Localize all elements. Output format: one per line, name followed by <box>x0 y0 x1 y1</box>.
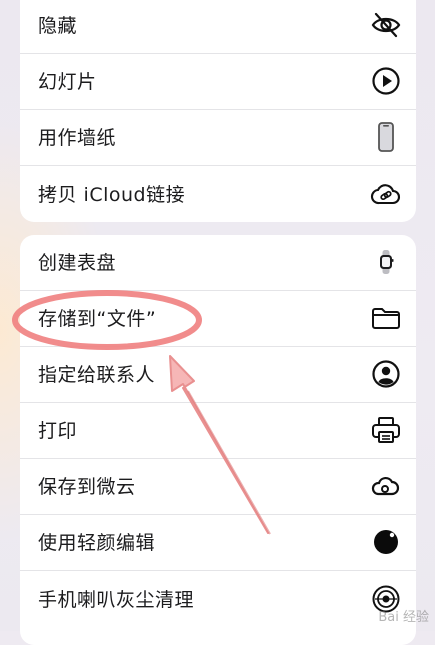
play-circle-icon <box>370 65 402 97</box>
menu-item-save-to-weiyun[interactable]: 保存到微云 <box>20 459 416 515</box>
menu-item-label: 指定给联系人 <box>38 364 156 386</box>
menu-item-label: 隐藏 <box>38 15 78 37</box>
menu-item-slideshow[interactable]: 幻灯片 <box>20 54 416 110</box>
share-actions-group-2: 创建表盘 存储到“文件” 指定给联系人 打印 保存到微云 使用轻颜编辑 手机喇叭… <box>20 235 416 645</box>
share-actions-group-1: 隐藏 幻灯片 用作墙纸 拷贝 iCloud链接 <box>20 0 416 222</box>
menu-item-label: 手机喇叭灰尘清理 <box>38 589 195 611</box>
folder-icon <box>370 302 402 334</box>
eye-slash-icon <box>370 9 402 41</box>
menu-item-print[interactable]: 打印 <box>20 403 416 459</box>
printer-icon <box>370 414 402 446</box>
menu-item-hide[interactable]: 隐藏 <box>20 0 416 54</box>
menu-item-label: 使用轻颜编辑 <box>38 532 156 554</box>
menu-item-copy-icloud-link[interactable]: 拷贝 iCloud链接 <box>20 166 416 222</box>
menu-item-label: 打印 <box>38 420 78 442</box>
menu-item-use-as-wallpaper[interactable]: 用作墙纸 <box>20 110 416 166</box>
menu-item-label: 保存到微云 <box>38 476 136 498</box>
menu-item-label: 用作墙纸 <box>38 127 117 149</box>
icloud-link-icon <box>370 178 402 210</box>
watch-icon <box>370 246 402 278</box>
menu-item-label: 存储到“文件” <box>38 308 157 330</box>
person-circle-icon <box>370 358 402 390</box>
watermark: Bai 经验 <box>378 610 429 625</box>
menu-item-label: 幻灯片 <box>38 71 97 93</box>
phone-icon <box>370 121 402 153</box>
menu-item-create-watch-face[interactable]: 创建表盘 <box>20 235 416 291</box>
menu-item-label: 拷贝 iCloud链接 <box>38 184 186 206</box>
menu-item-label: 创建表盘 <box>38 252 117 274</box>
weiyun-cloud-icon <box>370 470 402 502</box>
qingyan-dot-icon <box>370 526 402 558</box>
menu-item-speaker-dust-clean[interactable]: 手机喇叭灰尘清理 <box>20 571 416 627</box>
menu-item-assign-to-contact[interactable]: 指定给联系人 <box>20 347 416 403</box>
menu-item-edit-with-qingyan[interactable]: 使用轻颜编辑 <box>20 515 416 571</box>
menu-item-save-to-files[interactable]: 存储到“文件” <box>20 291 416 347</box>
